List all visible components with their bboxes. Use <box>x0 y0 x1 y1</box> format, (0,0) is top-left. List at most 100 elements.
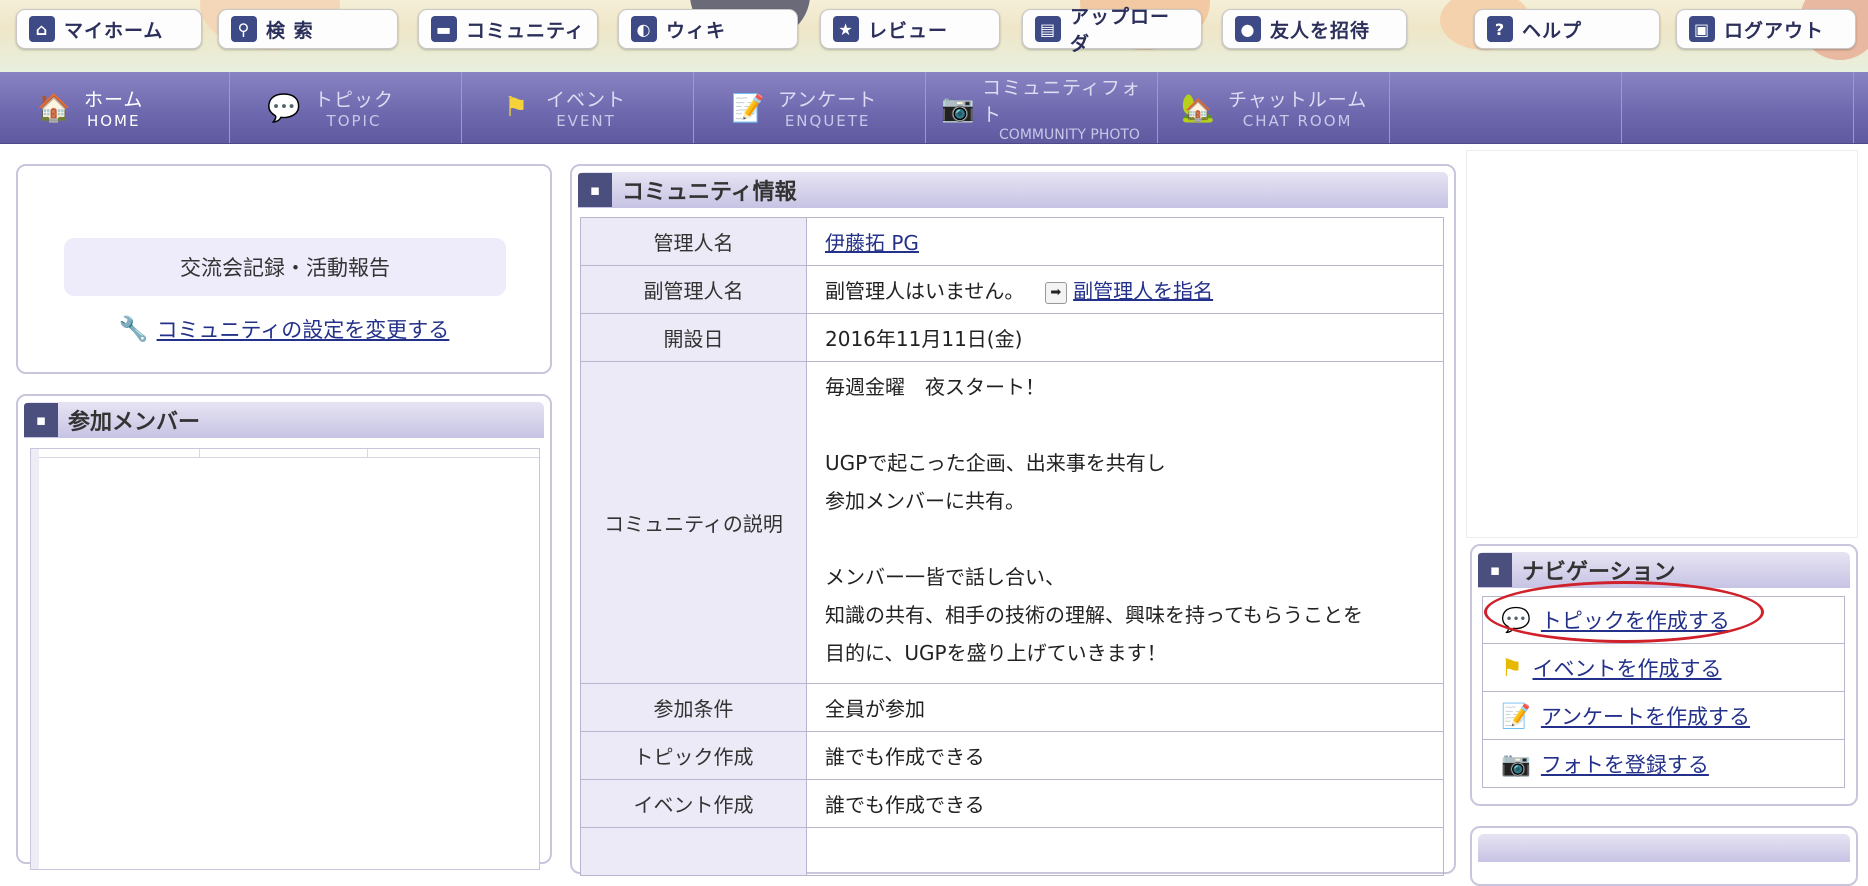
nav-tab-sublabel: HOME <box>86 112 141 130</box>
logout-icon: ▣ <box>1689 16 1715 42</box>
home-icon: 🏠 <box>37 92 71 124</box>
topic-creation-label: トピック作成 <box>580 731 807 780</box>
header-banner: ⌂ マイホーム ⚲ 検 索 ▬ コミュニティ ◐ ウィキ ★ レビュー ▤ アッ… <box>0 0 1868 72</box>
bullet-icon: ▪ <box>578 173 612 207</box>
create-survey-row[interactable]: 📝 アンケートを作成する <box>1482 692 1845 740</box>
table-row <box>580 827 1444 876</box>
nav-tab-topic[interactable]: 💬 トピック TOPIC <box>230 72 462 143</box>
chat-room-icon: 🏡 <box>1181 92 1215 124</box>
top-menu-wiki[interactable]: ◐ ウィキ <box>618 9 798 49</box>
table-row: イベント作成 誰でも作成できる <box>580 779 1444 828</box>
table-row: 管理人名 伊藤拓 PG <box>580 217 1444 266</box>
admin-link[interactable]: 伊藤拓 PG <box>825 231 919 255</box>
help-icon: ? <box>1487 16 1513 42</box>
table-row: 開設日 2016年11月11日(金) <box>580 313 1444 362</box>
description-line: 毎週金曜 夜スタート！ <box>825 375 1045 399</box>
upload-icon: ▤ <box>1035 16 1061 42</box>
event-creation-value: 誰でも作成できる <box>806 779 1444 828</box>
event-add-icon: ⚑ <box>1501 653 1523 682</box>
nav-tab-sublabel: COMMUNITY PHOTO <box>999 126 1140 143</box>
flag-icon: ⚑ <box>503 92 529 123</box>
admin-label: 管理人名 <box>580 217 807 266</box>
nav-tab-label: ホーム <box>84 89 144 111</box>
survey-add-icon: 📝 <box>1501 701 1531 730</box>
join-condition-label: 参加条件 <box>580 683 807 732</box>
top-menu-search[interactable]: ⚲ 検 索 <box>218 9 398 49</box>
description-line: 参加メンバーに共有。 <box>825 489 1025 513</box>
topic-creation-value: 誰でも作成できる <box>806 731 1444 780</box>
create-event-row[interactable]: ⚑ イベントを作成する <box>1482 644 1845 692</box>
opened-label: 開設日 <box>580 313 807 362</box>
register-photo-link[interactable]: フォトを登録する <box>1541 749 1709 779</box>
table-row: トピック作成 誰でも作成できる <box>580 731 1444 780</box>
top-menu-label: マイホーム <box>64 19 164 42</box>
nav-tab-label: コミュニティフォト <box>982 76 1141 126</box>
top-menu-label: レビュー <box>868 19 949 42</box>
grid-divider <box>367 449 368 457</box>
person-icon: ● <box>1235 16 1261 42</box>
survey-icon: 📝 <box>731 92 765 124</box>
nav-tab-label: イベント <box>546 89 627 111</box>
community-info-header: ▪ コミュニティ情報 <box>578 172 1448 208</box>
description-line <box>825 406 1425 444</box>
members-panel-header: ▪ 参加メンバー <box>24 402 544 438</box>
opened-value: 2016年11月11日(金) <box>806 313 1444 362</box>
sub-admin-label: 副管理人名 <box>580 265 807 314</box>
nav-tab-community-photo[interactable]: 📷 コミュニティフォト COMMUNITY PHOTO <box>926 72 1158 143</box>
nav-tab-chat-room[interactable]: 🏡 チャットルーム CHAT ROOM <box>1158 72 1390 143</box>
community-settings-link[interactable]: コミュニティの設定を変更する <box>157 314 450 344</box>
chat-bubble-icon: ▬ <box>431 16 457 42</box>
top-menu-label: コミュニティ <box>466 19 585 42</box>
nav-tab-label: チャットルーム <box>1228 89 1368 111</box>
top-menu-uploader[interactable]: ▤ アップローダ <box>1022 6 1202 55</box>
nav-tab-sublabel: TOPIC <box>326 112 382 130</box>
members-grid-header <box>31 449 539 458</box>
wiki-icon: ◐ <box>631 16 657 42</box>
next-panel-header <box>1478 834 1850 862</box>
nav-tab-empty <box>1390 72 1622 143</box>
table-row: 参加条件 全員が参加 <box>580 683 1444 732</box>
create-survey-link[interactable]: アンケートを作成する <box>1541 701 1750 731</box>
wrench-icon: 🔧 <box>118 315 149 343</box>
community-info-title: コミュニティ情報 <box>622 180 797 205</box>
members-panel: ▪ 参加メンバー <box>16 394 552 870</box>
top-menu-community[interactable]: ▬ コミュニティ <box>418 9 598 49</box>
nav-tab-sublabel: EVENT <box>556 112 616 130</box>
house-icon: ⌂ <box>29 16 55 42</box>
top-menu-label: ログアウト <box>1724 19 1825 42</box>
nav-tab-event[interactable]: ⚑ イベント EVENT <box>462 72 694 143</box>
description-value: 毎週金曜 夜スタート！ UGPで起こった企画、出来事を共有し 参加メンバーに共有… <box>806 361 1444 684</box>
photo-add-icon: 📷 <box>1501 749 1531 778</box>
community-info-table: 管理人名 伊藤拓 PG 副管理人名 副管理人はいません。 ➡ 副管理人を指名 開… <box>580 217 1444 876</box>
main-nav-bar: 🏠 ホーム HOME 💬 トピック TOPIC ⚑ イベント EVENT 📝 アンケー… <box>0 72 1868 144</box>
description-line: 知識の共有、相手の技術の理解、興味を持ってもらうことを <box>825 603 1363 627</box>
arrow-right-icon: ➡ <box>1044 281 1067 304</box>
star-icon: ★ <box>833 16 859 42</box>
nav-tab-enquete[interactable]: 📝 アンケート ENQUETE <box>694 72 926 143</box>
description-line: メンバー一皆で話し合い、 <box>825 565 1065 589</box>
register-photo-row[interactable]: 📷 フォトを登録する <box>1482 740 1845 788</box>
members-grid-edge <box>31 449 39 869</box>
nav-tab-home[interactable]: 🏠 ホーム HOME <box>0 72 230 143</box>
nav-tab-sublabel: CHAT ROOM <box>1242 112 1353 130</box>
ad-space <box>1466 150 1858 538</box>
members-grid <box>30 448 540 870</box>
description-label: コミュニティの説明 <box>580 361 807 684</box>
top-menu-help[interactable]: ? ヘルプ <box>1474 9 1660 49</box>
community-name-badge: 交流会記録・活動報告 <box>64 238 506 296</box>
top-menu-invite-friend[interactable]: ● 友人を招待 <box>1222 9 1407 49</box>
top-menu-logout[interactable]: ▣ ログアウト <box>1676 9 1856 49</box>
nav-tab-empty <box>1622 72 1854 143</box>
nav-tab-label: トピック <box>314 89 395 111</box>
next-row-label <box>580 827 807 876</box>
top-menu-my-home[interactable]: ⌂ マイホーム <box>16 9 202 49</box>
next-row-value <box>806 827 1444 876</box>
top-menu-label: 検 索 <box>266 19 314 42</box>
top-menu-label: ヘルプ <box>1522 19 1583 42</box>
community-profile-box: 交流会記録・活動報告 🔧 コミュニティの設定を変更する <box>16 164 552 374</box>
description-line <box>825 520 1425 558</box>
top-menu-review[interactable]: ★ レビュー <box>820 9 1000 49</box>
assign-sub-admin-link[interactable]: 副管理人を指名 <box>1073 279 1213 303</box>
table-row: コミュニティの説明 毎週金曜 夜スタート！ UGPで起こった企画、出来事を共有し… <box>580 361 1444 684</box>
create-event-link[interactable]: イベントを作成する <box>1533 653 1722 683</box>
